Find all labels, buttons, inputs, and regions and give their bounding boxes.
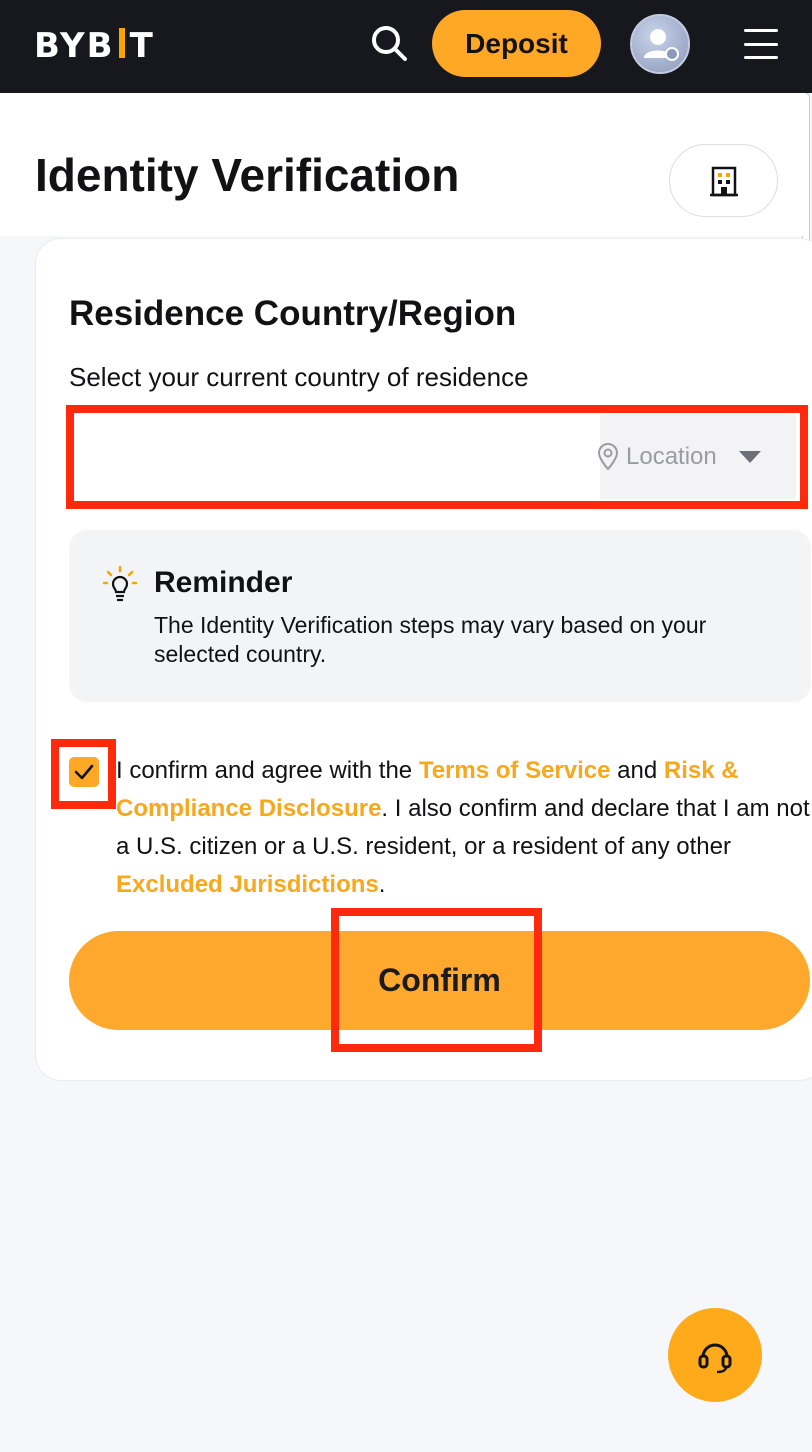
confirm-button[interactable]: Confirm bbox=[69, 931, 810, 1030]
customer-support-button[interactable] bbox=[668, 1308, 762, 1402]
reminder-title: Reminder bbox=[154, 566, 293, 599]
search-button[interactable] bbox=[366, 20, 412, 66]
building-icon bbox=[709, 166, 738, 196]
terms-of-service-link[interactable]: Terms of Service bbox=[419, 757, 611, 784]
agreement-text-4: . bbox=[378, 871, 386, 898]
logo-accent-bar bbox=[118, 28, 125, 58]
excluded-jurisdictions-link[interactable]: Excluded Jurisdictions bbox=[116, 871, 379, 898]
chevron-down-icon bbox=[738, 451, 761, 463]
hamburger-menu-button[interactable] bbox=[742, 26, 780, 62]
top-nav-bar: BYB T Deposit bbox=[0, 0, 812, 93]
residence-title: Residence Country/Region bbox=[69, 294, 517, 333]
agreement-checkbox[interactable] bbox=[69, 757, 99, 787]
page-title: Identity Verification bbox=[35, 149, 460, 201]
residence-subtitle: Select your current country of residence bbox=[69, 362, 529, 392]
lightbulb-icon bbox=[103, 566, 137, 602]
menu-line bbox=[744, 29, 778, 32]
agreement-text-2: and bbox=[610, 757, 664, 784]
checkmark-icon bbox=[74, 764, 94, 780]
agreement-text: I confirm and agree with the Terms of Se… bbox=[116, 752, 812, 904]
headset-icon bbox=[698, 1343, 732, 1374]
reminder-text: The Identity Verification steps may vary… bbox=[154, 612, 707, 667]
menu-line bbox=[744, 42, 778, 46]
user-avatar[interactable] bbox=[630, 14, 690, 74]
logo-text-end: T bbox=[129, 26, 155, 66]
menu-line bbox=[744, 56, 778, 59]
user-avatar-icon bbox=[644, 29, 679, 61]
agreement-text-1: I confirm and agree with the bbox=[116, 757, 419, 784]
deposit-button[interactable]: Deposit bbox=[432, 10, 601, 77]
location-selector[interactable]: Location bbox=[597, 415, 796, 499]
search-icon bbox=[372, 26, 407, 61]
business-verification-button[interactable] bbox=[669, 144, 778, 217]
bybit-logo[interactable]: BYB T bbox=[34, 24, 155, 68]
location-label: Location bbox=[626, 443, 717, 470]
page-header: Identity Verification bbox=[0, 93, 806, 236]
location-pin-icon bbox=[597, 443, 619, 471]
country-select-dropdown[interactable]: Location bbox=[76, 415, 796, 499]
logo-text: BYB bbox=[34, 26, 115, 66]
